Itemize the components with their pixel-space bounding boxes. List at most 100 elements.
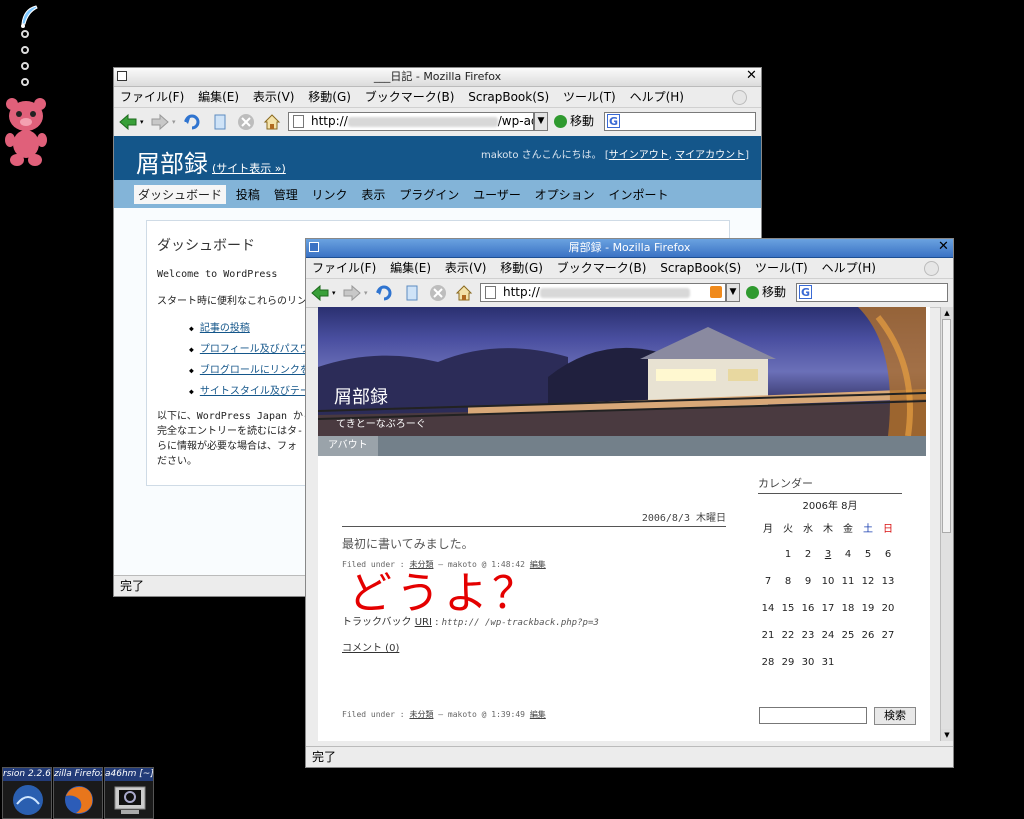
nav-write[interactable]: 投稿: [232, 185, 264, 204]
menu-file[interactable]: ファイル(F): [120, 90, 184, 104]
stop-icon[interactable]: [236, 112, 256, 132]
calendar-day: 30: [801, 657, 815, 668]
go-icon: [554, 115, 567, 128]
vertical-scrollbar[interactable]: ▲ ▼: [940, 307, 953, 741]
view-site-link[interactable]: (サイト表示 »): [212, 162, 286, 175]
menu-help[interactable]: ヘルプ(H): [822, 261, 876, 275]
calendar-day: 13: [881, 576, 895, 587]
go-button[interactable]: 移動: [554, 113, 594, 130]
url-bar[interactable]: http:// /wp-admi: [288, 112, 534, 131]
link-site-style[interactable]: サイトスタイル及びテー: [200, 386, 310, 397]
reload-icon[interactable]: [182, 112, 202, 132]
forward-dropdown-icon[interactable]: ▾: [364, 289, 368, 297]
sidebar-search-button[interactable]: 検索: [874, 707, 916, 725]
nav-import[interactable]: インポート: [605, 185, 673, 204]
menu-help[interactable]: ヘルプ(H): [630, 90, 684, 104]
menu-scrapbook[interactable]: ScrapBook(S): [468, 90, 549, 104]
url-dropdown-button[interactable]: ▼: [534, 112, 548, 131]
menu-go[interactable]: 移動(G): [500, 261, 543, 275]
calendar-day-link[interactable]: 3: [818, 541, 838, 568]
forward-dropdown-icon[interactable]: ▾: [172, 118, 176, 126]
scroll-thumb[interactable]: [942, 319, 951, 533]
forward-icon[interactable]: [150, 112, 170, 132]
scroll-down-icon[interactable]: ▼: [941, 729, 953, 741]
page-icon: [293, 115, 304, 128]
home-icon[interactable]: [262, 112, 282, 132]
taskbar-item-sylpheed[interactable]: rsion 2.2.6: [2, 767, 52, 819]
calendar-day: 9: [804, 576, 812, 587]
go-button[interactable]: 移動: [746, 284, 786, 301]
forward-icon[interactable]: [342, 283, 362, 303]
menu-bookmarks[interactable]: ブックマーク(B): [557, 261, 647, 275]
back-dropdown-icon[interactable]: ▾: [140, 118, 144, 126]
link-blogroll[interactable]: ブログロールにリンクを追: [200, 365, 320, 376]
account-link[interactable]: マイアカウント: [675, 150, 745, 161]
back-icon[interactable]: [118, 112, 138, 132]
post-date: 2006/8/3 木曜日: [641, 513, 726, 524]
blog-titlebar[interactable]: 屑部録 - Mozilla Firefox ✕: [306, 239, 953, 258]
comments-link[interactable]: コメント (0): [342, 639, 399, 654]
blog-title[interactable]: 屑部録: [334, 383, 388, 409]
menu-scrapbook[interactable]: ScrapBook(S): [660, 261, 741, 275]
menu-view[interactable]: 表示(V): [445, 261, 487, 275]
dock-dot[interactable]: [21, 30, 29, 38]
menu-file[interactable]: ファイル(F): [312, 261, 376, 275]
calendar-day: 29: [781, 657, 795, 668]
menu-go[interactable]: 移動(G): [308, 90, 351, 104]
search-box[interactable]: G: [604, 112, 756, 131]
admin-blog-title: 屑部録 (サイト表示 »): [136, 144, 286, 179]
dock-dot[interactable]: [21, 46, 29, 54]
back-dropdown-icon[interactable]: ▾: [332, 289, 336, 297]
nav-plugins[interactable]: プラグイン: [395, 185, 463, 204]
nav-presentation[interactable]: 表示: [357, 185, 389, 204]
window-menu-icon[interactable]: [309, 242, 319, 252]
signout-link[interactable]: サインアウト: [609, 150, 669, 161]
url-bar[interactable]: http://: [480, 283, 726, 302]
post-title[interactable]: 最初に書いてみました。: [342, 535, 474, 552]
taskbar-item-terminal[interactable]: a46hm [~]: [104, 767, 154, 819]
dock-dot[interactable]: [21, 62, 29, 70]
nav-dashboard[interactable]: ダッシュボード: [134, 185, 227, 204]
back-icon[interactable]: [310, 283, 330, 303]
weekday: 日: [883, 524, 893, 535]
nav-options[interactable]: オプション: [531, 185, 599, 204]
window-menu-icon[interactable]: [117, 71, 127, 81]
bear-mascot-icon[interactable]: [2, 96, 50, 168]
bookmark-page-icon[interactable]: [210, 112, 230, 132]
link-profile[interactable]: プロフィール及びパスワー: [200, 344, 320, 355]
link-write-post[interactable]: 記事の投稿: [200, 323, 250, 334]
trackback-uri-link[interactable]: URI: [415, 617, 432, 628]
bookmark-page-icon[interactable]: [402, 283, 422, 303]
menu-edit[interactable]: 編集(E): [198, 90, 239, 104]
admin-titlebar[interactable]: ___日記 - Mozilla Firefox ✕: [114, 68, 761, 87]
nav-links[interactable]: リンク: [308, 185, 352, 204]
dock-dot[interactable]: [21, 78, 29, 86]
scroll-up-icon[interactable]: ▲: [941, 307, 953, 319]
menu-bookmarks[interactable]: ブックマーク(B): [365, 90, 455, 104]
menu-tools[interactable]: ツール(T): [563, 90, 616, 104]
search-box[interactable]: G: [796, 283, 948, 302]
stop-icon[interactable]: [428, 283, 448, 303]
nav-users[interactable]: ユーザー: [469, 185, 525, 204]
rss-feed-icon[interactable]: [710, 286, 722, 298]
edit-link[interactable]: 編集: [530, 710, 546, 719]
calendar-table: 月 火 水 木 金 土 日 1 2 3 4 5 6 7 8 9 10 11 12…: [758, 514, 898, 676]
home-icon[interactable]: [454, 283, 474, 303]
reload-icon[interactable]: [374, 283, 394, 303]
nav-about[interactable]: アバウト: [318, 436, 378, 456]
close-icon[interactable]: ✕: [745, 69, 758, 83]
menu-tools[interactable]: ツール(T): [755, 261, 808, 275]
menu-edit[interactable]: 編集(E): [390, 261, 431, 275]
filed-under-label: Filed under :: [342, 710, 405, 719]
handwritten-annotation: どうよ？: [348, 568, 540, 619]
taskbar-item-firefox[interactable]: zilla Firefox: [53, 767, 103, 819]
nav-manage[interactable]: 管理: [270, 185, 302, 204]
url-dropdown-button[interactable]: ▼: [726, 283, 740, 302]
category-link[interactable]: 未分類: [409, 710, 433, 719]
sidebar-search-input[interactable]: [759, 707, 867, 724]
calendar-heading: カレンダー: [758, 475, 902, 494]
feather-dock-icon[interactable]: [18, 4, 40, 30]
calendar-weekday-row: 月 火 水 木 金 土 日: [758, 514, 898, 541]
close-icon[interactable]: ✕: [937, 240, 950, 254]
menu-view[interactable]: 表示(V): [253, 90, 295, 104]
